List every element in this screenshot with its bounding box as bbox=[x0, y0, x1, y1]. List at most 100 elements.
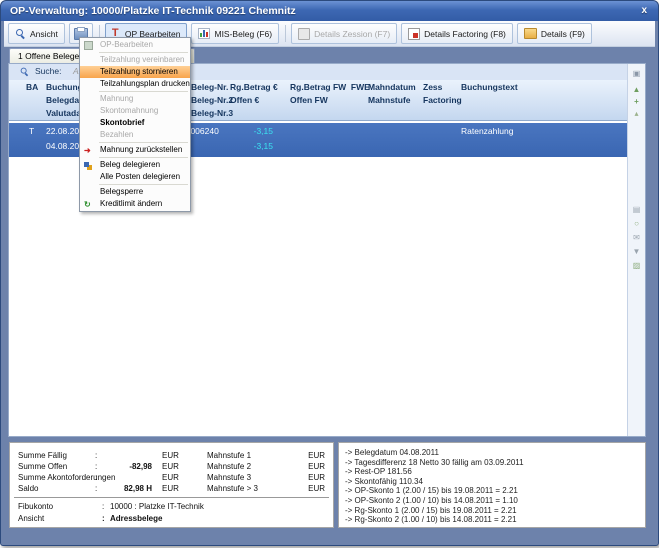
mail-icon[interactable]: ✉ bbox=[630, 232, 643, 243]
col-rg-betrag-fw[interactable]: Rg.Betrag FW FWE bbox=[290, 81, 370, 94]
col-beleg-nr3[interactable]: Beleg-Nr.3 bbox=[191, 107, 233, 120]
document-icon[interactable]: ▤ bbox=[630, 204, 643, 215]
menu-item-label: Alle Posten delegieren bbox=[100, 172, 180, 181]
export-icon[interactable]: ▨ bbox=[630, 260, 643, 271]
col-factoring[interactable]: Factoring bbox=[423, 94, 462, 107]
summary-currency: EUR bbox=[162, 484, 179, 493]
col-rg-betrag[interactable]: Rg.Betrag € bbox=[230, 81, 278, 94]
summary-value: 82,98 H bbox=[102, 484, 152, 493]
toolbar-separator bbox=[285, 25, 286, 42]
triangle-up-icon[interactable]: ▴ bbox=[630, 108, 643, 119]
mahnstufe-label: Mahnstufe 2 bbox=[207, 462, 251, 471]
red-arrow-icon: ➜ bbox=[84, 146, 93, 155]
fibukonto-label: Fibukonto bbox=[18, 502, 53, 511]
fibukonto-value: 10000 : Platzke IT-Technik bbox=[110, 502, 204, 511]
menu-separator bbox=[99, 157, 188, 158]
search-icon bbox=[20, 67, 29, 76]
menu-separator bbox=[99, 184, 188, 185]
menu-item-label: Mahnung bbox=[100, 94, 133, 103]
summary-label: Summe Fällig bbox=[18, 451, 67, 460]
mis-beleg-label: MIS-Beleg (F6) bbox=[214, 29, 272, 39]
mahnstufe-currency: EUR bbox=[308, 484, 325, 493]
row-offen: -3,15 bbox=[209, 141, 273, 151]
ansicht-button[interactable]: Ansicht bbox=[8, 23, 65, 44]
col-offen[interactable]: Offen € bbox=[230, 94, 259, 107]
details-zession-label: Details Zession (F7) bbox=[314, 29, 390, 39]
app-window: OP-Verwaltung: 10000/Platzke IT-Technik … bbox=[0, 0, 659, 546]
col-beleg-nr2[interactable]: Beleg-Nr.2 bbox=[191, 94, 233, 107]
col-mahndatum[interactable]: Mahndatum bbox=[368, 81, 416, 94]
ansicht-row-colon: : bbox=[102, 514, 105, 523]
zoom-icon[interactable]: ○ bbox=[630, 218, 643, 229]
info-line: -> Tagesdifferenz 18 Netto 30 fällig am … bbox=[345, 458, 639, 468]
col-zess[interactable]: Zess bbox=[423, 81, 442, 94]
col-buchungstext[interactable]: Buchungstext bbox=[461, 81, 518, 94]
window-title: OP-Verwaltung: 10000/Platzke IT-Technik … bbox=[10, 5, 296, 17]
refresh-green-icon: ↻ bbox=[84, 200, 93, 209]
menu-item-teilzahlung-stornieren[interactable]: Teilzahlung stornieren bbox=[80, 66, 190, 78]
menu-item-label: Skontomahnung bbox=[100, 106, 158, 115]
menu-item-teilzahlungsplan-drucken[interactable]: Teilzahlungsplan drucken bbox=[80, 78, 190, 90]
menu-separator bbox=[99, 142, 188, 143]
edit-icon bbox=[84, 41, 93, 50]
menu-separator bbox=[99, 52, 188, 53]
menu-item-belegsperre[interactable]: Belegsperre bbox=[80, 186, 190, 198]
download-icon[interactable]: ▼ bbox=[630, 246, 643, 257]
mahnstufe-label: Mahnstufe 1 bbox=[207, 451, 251, 460]
info-line: -> Belegdatum 04.08.2011 bbox=[345, 448, 639, 458]
menu-item-skontobrief[interactable]: Skontobrief bbox=[80, 117, 190, 129]
menu-item-mahnung: Mahnung bbox=[80, 93, 190, 105]
summary-label: Saldo bbox=[18, 484, 38, 493]
col-ba[interactable]: BA bbox=[26, 81, 38, 94]
summary-currency: EUR bbox=[162, 462, 179, 471]
close-button[interactable]: x bbox=[641, 1, 647, 20]
row-buchungstext: Ratenzahlung bbox=[461, 126, 513, 136]
summary-currency: EUR bbox=[162, 451, 179, 460]
info-line: -> Skontofähig 110.34 bbox=[345, 477, 639, 487]
summary-value: -82,98 bbox=[102, 462, 152, 471]
menu-item-label: Teilzahlung vereinbaren bbox=[100, 55, 185, 64]
zession-icon bbox=[298, 28, 310, 40]
mahnstufe-label: Mahnstufe > 3 bbox=[207, 484, 258, 493]
menu-item-beleg-delegieren[interactable]: Beleg delegieren bbox=[80, 159, 190, 171]
menu-item-kreditlimit-aendern[interactable]: ↻ Kreditlimit ändern bbox=[80, 198, 190, 210]
op-bearbeiten-dropdown-menu: OP-Bearbeiten Teilzahlung vereinbaren Te… bbox=[79, 37, 191, 212]
details-button[interactable]: Details (F9) bbox=[517, 23, 592, 44]
info-line: -> OP-Skonto 2 (1.00 / 10) bis 14.08.201… bbox=[345, 496, 639, 506]
tab-offene-belege[interactable]: 1 Offene Belege bbox=[9, 48, 88, 63]
summary-colon: : bbox=[95, 462, 97, 471]
summary-label: Summe Akontoforderungen bbox=[18, 473, 115, 482]
info-line: -> Rg-Skonto 1 (2.00 / 15) bis 19.08.201… bbox=[345, 506, 639, 516]
ansicht-row-label: Ansicht bbox=[18, 514, 44, 523]
menu-item-label: Teilzahlungsplan drucken bbox=[100, 79, 190, 88]
summary-colon: : bbox=[95, 484, 97, 493]
details-factoring-button[interactable]: Details Factoring (F8) bbox=[401, 23, 513, 44]
delegate-icon bbox=[84, 162, 89, 167]
menu-item-label: Beleg delegieren bbox=[100, 160, 160, 169]
col-beleg-nr[interactable]: Beleg-Nr. bbox=[191, 81, 228, 94]
info-line: -> Rest-OP 181.56 bbox=[345, 467, 639, 477]
col-offen-fw[interactable]: Offen FW bbox=[290, 94, 328, 107]
view-magnifier-icon bbox=[15, 28, 26, 39]
mahnstufe-label: Mahnstufe 3 bbox=[207, 473, 251, 482]
details-icon bbox=[524, 28, 537, 39]
menu-item-mahnung-zurueckstellen[interactable]: ➜ Mahnung zurückstellen bbox=[80, 144, 190, 156]
skonto-info-panel: -> Belegdatum 04.08.2011 -> Tagesdiffere… bbox=[338, 442, 646, 528]
col-mahnstufe[interactable]: Mahnstufe bbox=[368, 94, 411, 107]
summary-currency: EUR bbox=[162, 473, 179, 482]
collapse-up-icon[interactable]: ▲ bbox=[630, 84, 643, 95]
fibukonto-colon: : bbox=[102, 502, 104, 511]
menu-item-label: Bezahlen bbox=[100, 130, 133, 139]
summary-label: Summe Offen bbox=[18, 462, 67, 471]
menu-item-label: Belegsperre bbox=[100, 187, 143, 196]
summary-divider bbox=[14, 497, 329, 498]
title-bar: OP-Verwaltung: 10000/Platzke IT-Technik … bbox=[1, 1, 658, 21]
ansicht-row-value: Adressbelege bbox=[110, 514, 162, 523]
mis-beleg-button[interactable]: MIS-Beleg (F6) bbox=[191, 23, 279, 44]
plus-icon[interactable]: + bbox=[630, 96, 643, 107]
info-line: -> Rg-Skonto 2 (1.00 / 10) bis 14.08.201… bbox=[345, 515, 639, 525]
summary-panel: Summe Fällig : EUR Mahnstufe 1 EUR Summe… bbox=[9, 442, 334, 528]
menu-item-alle-posten-delegieren[interactable]: Alle Posten delegieren bbox=[80, 171, 190, 183]
copy-pages-icon[interactable]: ▣ bbox=[630, 68, 643, 79]
menu-item-label: Mahnung zurückstellen bbox=[100, 145, 182, 154]
